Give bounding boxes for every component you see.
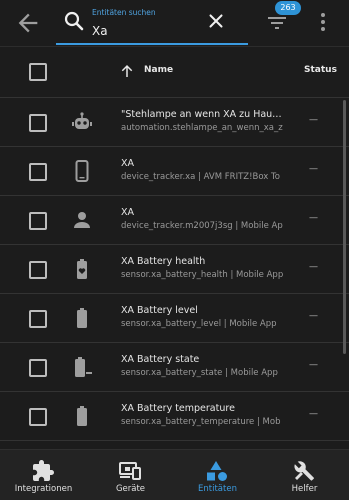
battery-minus-icon — [75, 357, 92, 377]
filter-count-badge: 263 — [275, 1, 301, 15]
entity-name: XA Battery level — [121, 305, 198, 316]
entity-name: XA — [121, 158, 135, 169]
entity-status: — — [309, 262, 318, 272]
table-row[interactable]: XA Battery level sensor.xa_battery_level… — [0, 294, 349, 343]
nav-label: Entitäten — [198, 484, 237, 494]
row-checkbox[interactable] — [29, 359, 47, 377]
row-checkbox[interactable] — [29, 261, 47, 279]
row-checkbox[interactable] — [29, 114, 47, 132]
table-row[interactable]: XA Battery temperature sensor.xa_battery… — [0, 392, 349, 441]
entity-id: device_tracker.m2007j3sg | Mobile App — [121, 221, 283, 231]
entity-status: — — [309, 311, 318, 321]
nav-devices[interactable]: Geräte — [87, 450, 174, 500]
close-icon[interactable] — [205, 10, 227, 32]
top-app-bar: Entitäten suchen 263 — [0, 0, 349, 47]
table-row[interactable]: XA device_tracker.m2007j3sg | Mobile App… — [0, 196, 349, 245]
nav-helpers[interactable]: Helfer — [261, 450, 348, 500]
entity-list: "Stehlampe an wenn XA zu Hau… automation… — [0, 98, 349, 441]
entity-name: XA — [121, 207, 135, 218]
table-row[interactable]: XA Battery state sensor.xa_battery_state… — [0, 343, 349, 392]
search-underline — [56, 43, 248, 45]
bottom-navigation: Integrationen Geräte Entitäten Helfer — [0, 449, 349, 500]
entity-status: — — [309, 115, 318, 125]
puzzle-icon — [33, 460, 54, 481]
nav-label: Integrationen — [14, 484, 73, 494]
cellphone-icon — [75, 160, 89, 182]
table-row[interactable]: XA device_tracker.xa | AVM FRITZ!Box To … — [0, 147, 349, 196]
select-all-checkbox[interactable] — [29, 63, 47, 81]
row-checkbox[interactable] — [29, 212, 47, 230]
entity-id: sensor.xa_battery_health | Mobile App — [121, 270, 283, 280]
column-header-name[interactable]: Name — [144, 65, 173, 75]
table-row[interactable]: "Stehlampe an wenn XA zu Hau… automation… — [0, 98, 349, 147]
row-checkbox[interactable] — [29, 408, 47, 426]
tools-icon — [294, 461, 314, 481]
search-field[interactable]: Entitäten suchen — [92, 6, 200, 42]
shape-icon — [207, 461, 227, 481]
column-header-status[interactable]: Status — [304, 65, 337, 75]
entity-id: device_tracker.xa | AVM FRITZ!Box To — [121, 172, 280, 182]
battery-temperature-icon — [77, 406, 87, 426]
nav-label: Geräte — [115, 484, 146, 494]
nav-entities[interactable]: Entitäten — [174, 450, 261, 500]
magnify-icon — [64, 11, 84, 31]
entity-id: sensor.xa_battery_level | Mobile App — [121, 319, 277, 329]
search-field-label: Entitäten suchen — [92, 8, 156, 17]
arrow-left-icon[interactable] — [14, 9, 42, 37]
arrow-up-icon[interactable] — [118, 62, 136, 80]
table-header: Name Status — [0, 47, 349, 98]
entity-status: — — [309, 164, 318, 174]
account-icon — [74, 212, 90, 228]
table-row[interactable]: XA Battery health sensor.xa_battery_heal… — [0, 245, 349, 294]
entity-id: sensor.xa_battery_temperature | Mob — [121, 417, 281, 427]
robot-icon — [72, 112, 92, 129]
entity-name: XA Battery temperature — [121, 403, 235, 414]
scrollbar[interactable] — [343, 100, 346, 354]
search-input[interactable] — [92, 21, 192, 41]
entity-status: — — [309, 409, 318, 419]
row-checkbox[interactable] — [29, 163, 47, 181]
nav-label: Helfer — [291, 484, 318, 494]
entity-status: — — [309, 213, 318, 223]
entity-name: XA Battery health — [121, 256, 206, 267]
entity-id: automation.stehlampe_an_wenn_xa_z — [121, 123, 283, 133]
nav-integrations[interactable]: Integrationen — [0, 450, 87, 500]
dots-vertical-icon[interactable] — [314, 10, 332, 34]
entity-id: sensor.xa_battery_state | Mobile App — [121, 368, 278, 378]
battery-icon — [77, 308, 87, 328]
battery-heart-icon — [77, 259, 87, 279]
devices-icon — [119, 462, 141, 480]
entity-status: — — [309, 360, 318, 370]
row-checkbox[interactable] — [29, 310, 47, 328]
entity-name: "Stehlampe an wenn XA zu Hau… — [121, 109, 282, 120]
entity-name: XA Battery state — [121, 354, 200, 365]
